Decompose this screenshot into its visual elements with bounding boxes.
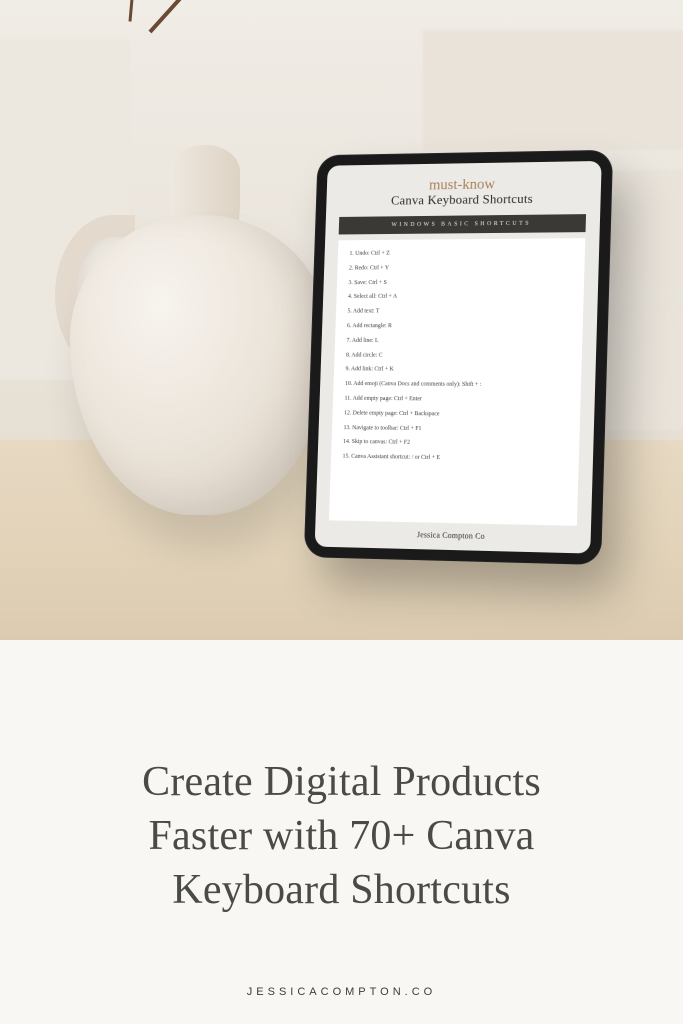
text-panel: Create Digital ProductsFaster with 70+ C…	[0, 640, 683, 1024]
doc-section-bar: WINDOWS BASIC SHORTCUTS	[339, 214, 586, 234]
shortcut-row: 7. Add line: L	[346, 337, 570, 347]
vase-decor	[60, 135, 340, 495]
shortcut-row: 2. Redo: Ctrl + Y	[349, 263, 573, 273]
doc-title: Canva Keyboard Shortcuts	[340, 190, 587, 209]
shortcut-row: 5. Add text: T	[347, 307, 571, 316]
headline-line: Faster with 70+ Canva	[142, 810, 541, 864]
hero-image: must-know Canva Keyboard Shortcuts WINDO…	[0, 0, 683, 640]
site-label: JESSICACOMPTON.CO	[247, 986, 436, 998]
shortcut-row: 1. Undo: Ctrl + Z	[349, 248, 573, 259]
headline: Create Digital ProductsFaster with 70+ C…	[142, 756, 541, 917]
tablet-screen: must-know Canva Keyboard Shortcuts WINDO…	[315, 161, 602, 554]
shortcut-row: 11. Add empty page: Ctrl + Enter	[344, 395, 568, 406]
shortcut-row: 6. Add rectangle: R	[347, 322, 571, 331]
tablet-mockup: must-know Canva Keyboard Shortcuts WINDO…	[305, 151, 612, 564]
shortcut-row: 14. Skip to canvas: Ctrl + F2	[343, 438, 567, 450]
branch-decor	[129, 0, 142, 22]
shortcut-row: 12. Delete empty page: Ctrl + Backspace	[344, 409, 568, 421]
shortcut-row: 8. Add circle: C	[346, 351, 570, 361]
shortcut-list: 1. Undo: Ctrl + Z 2. Redo: Ctrl + Y 3. Sav…	[329, 238, 585, 526]
shortcut-row: 10. Add emoji (Canva Docs and comments o…	[345, 380, 569, 391]
shortcut-row: 4. Select all: Ctrl + A	[348, 293, 572, 303]
headline-line: Keyboard Shortcuts	[142, 864, 541, 918]
headline-line: Create Digital Products	[142, 756, 541, 810]
shortcut-row: 15. Canva Assistant shortcut: / or Ctrl …	[342, 453, 566, 466]
shortcut-row: 3. Save: Ctrl + S	[348, 278, 572, 288]
branch-decor	[149, 0, 326, 33]
shortcut-row: 9. Add link: Ctrl + K	[345, 366, 569, 376]
shortcut-row: 13. Navigate to toolbar: Ctrl + F1	[343, 424, 567, 436]
